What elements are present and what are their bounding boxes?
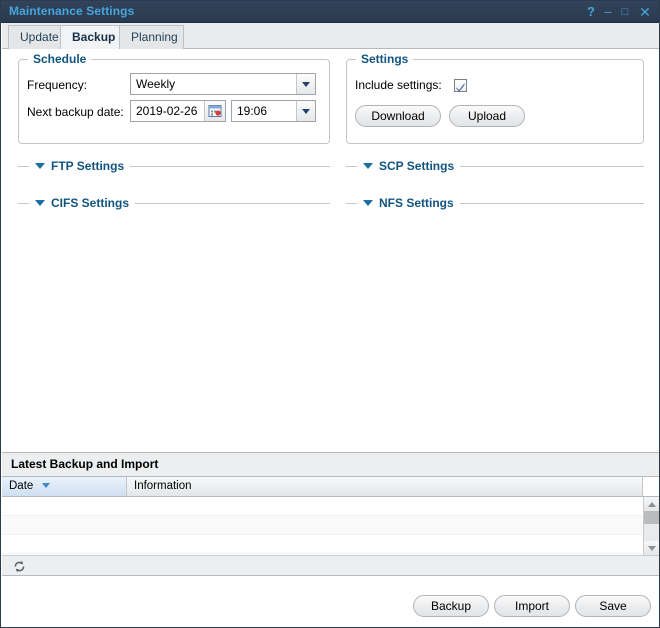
latest-backup-and-import-panel: Latest Backup and Import Date Informatio…: [2, 452, 660, 576]
download-button[interactable]: Download: [355, 105, 441, 127]
tab-strip: Update Backup Planning: [2, 23, 660, 49]
chevron-down-icon: [35, 200, 45, 206]
next-backup-date-label: Next backup date:: [27, 105, 124, 119]
column-header-information[interactable]: Information: [127, 477, 643, 496]
cifs-settings-label: CIFS Settings: [51, 196, 129, 210]
frequency-label: Frequency:: [27, 78, 87, 92]
list-panel-title: Latest Backup and Import: [2, 453, 660, 477]
frequency-value: Weekly: [131, 74, 296, 94]
calendar-icon[interactable]: [204, 101, 225, 121]
refresh-icon[interactable]: [12, 559, 27, 574]
next-backup-date-input[interactable]: 2019-02-26: [130, 100, 226, 122]
tab-update[interactable]: Update: [8, 25, 61, 49]
next-backup-time-select[interactable]: 19:06: [231, 100, 316, 122]
include-settings-checkbox[interactable]: [454, 79, 467, 92]
frequency-select[interactable]: Weekly: [130, 73, 316, 95]
table-row[interactable]: [2, 535, 643, 554]
include-settings-label: Include settings:: [355, 78, 442, 92]
minimize-icon[interactable]: –: [600, 3, 616, 21]
schedule-group: Schedule Frequency: Weekly Next backup d…: [18, 59, 330, 144]
list-footer-bar: [2, 555, 660, 576]
ftp-settings-label: FTP Settings: [51, 159, 124, 173]
chevron-down-icon[interactable]: [296, 74, 315, 94]
nfs-settings-section[interactable]: NFS Settings: [346, 195, 644, 211]
list-vertical-scrollbar[interactable]: [643, 497, 660, 555]
maintenance-settings-window: Maintenance Settings ? – □ ✕ Update Back…: [0, 0, 660, 628]
title-bar: Maintenance Settings ? – □ ✕: [1, 1, 660, 23]
column-header-date[interactable]: Date: [2, 477, 127, 496]
upload-button[interactable]: Upload: [449, 105, 525, 127]
settings-group: Settings Include settings: Download Uplo…: [346, 59, 644, 144]
check-icon: [455, 82, 466, 93]
scp-settings-label: SCP Settings: [379, 159, 454, 173]
table-row[interactable]: [2, 497, 643, 516]
settings-group-title: Settings: [356, 52, 413, 66]
chevron-down-icon[interactable]: [296, 101, 315, 121]
next-backup-date-value: 2019-02-26: [131, 101, 204, 121]
close-icon[interactable]: ✕: [637, 3, 653, 21]
section-rule-left: [18, 166, 29, 167]
content-pane: Schedule Frequency: Weekly Next backup d…: [2, 49, 660, 452]
chevron-down-icon: [35, 163, 45, 169]
maximize-icon[interactable]: □: [617, 3, 633, 21]
section-rule-left: [346, 166, 357, 167]
scroll-up-icon[interactable]: [644, 497, 660, 511]
chevron-down-icon: [363, 163, 373, 169]
chevron-down-icon: [363, 200, 373, 206]
section-rule-right: [460, 203, 644, 204]
sort-descending-icon: [42, 483, 50, 488]
section-rule-right: [135, 203, 330, 204]
schedule-group-title: Schedule: [28, 52, 91, 66]
section-rule-right: [460, 166, 644, 167]
scrollbar-thumb[interactable]: [644, 511, 660, 524]
help-icon[interactable]: ?: [583, 3, 599, 21]
section-rule-left: [18, 203, 29, 204]
nfs-settings-label: NFS Settings: [379, 196, 454, 210]
ftp-settings-section[interactable]: FTP Settings: [18, 158, 330, 174]
next-backup-time-value: 19:06: [232, 101, 296, 121]
backup-button[interactable]: Backup: [413, 595, 489, 617]
footer-button-bar: Backup Import Save: [2, 576, 660, 627]
list-column-headers: Date Information: [2, 477, 660, 497]
section-rule-right: [130, 166, 330, 167]
window-title: Maintenance Settings: [9, 4, 134, 18]
list-rows-container: [2, 497, 643, 555]
column-header-date-label: Date: [9, 480, 33, 492]
section-rule-left: [346, 203, 357, 204]
tab-planning[interactable]: Planning: [119, 25, 184, 49]
import-button[interactable]: Import: [494, 595, 570, 617]
cifs-settings-section[interactable]: CIFS Settings: [18, 195, 330, 211]
scroll-down-icon[interactable]: [644, 541, 660, 555]
tab-backup[interactable]: Backup: [60, 25, 120, 50]
scp-settings-section[interactable]: SCP Settings: [346, 158, 644, 174]
save-button[interactable]: Save: [575, 595, 651, 617]
column-header-information-label: Information: [134, 480, 192, 492]
table-row[interactable]: [2, 516, 643, 535]
